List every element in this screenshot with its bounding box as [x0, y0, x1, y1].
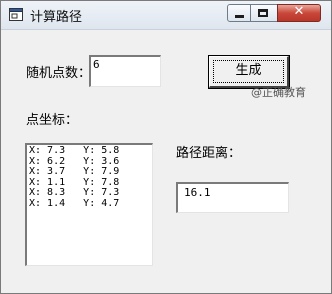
window-app-icon [9, 8, 23, 21]
app-window: 计算路径 ✕ 随机点数： 生成 @正确教育 点坐标： X: 7.3 Y: 5.8… [0, 0, 332, 294]
maximize-icon [258, 9, 268, 17]
coords-list: X: 7.3 Y: 5.8 X: 6.2 Y: 3.6 X: 3.7 Y: 7.9 X… [29, 145, 152, 209]
distance-field[interactable] [176, 182, 289, 213]
watermark-text: @正确教育 [251, 86, 306, 99]
coords-textbox[interactable]: X: 7.3 Y: 5.8 X: 6.2 Y: 3.6 X: 3.7 Y: 7.9 X… [25, 143, 153, 266]
minimize-button[interactable] [227, 4, 251, 22]
distance-input[interactable] [178, 184, 288, 201]
coord-line: X: 1.4 Y: 4.7 [29, 197, 120, 209]
distance-label: 路径距离： [176, 146, 242, 161]
close-button[interactable]: ✕ [277, 4, 321, 22]
title-bar[interactable]: 计算路径 ✕ [1, 1, 331, 30]
generate-focus-rect [213, 60, 284, 83]
close-icon: ✕ [293, 4, 305, 19]
maximize-button[interactable] [251, 4, 277, 22]
point-count-field[interactable] [89, 55, 161, 87]
point-count-input[interactable] [91, 57, 160, 72]
point-count-label: 随机点数： [26, 66, 92, 81]
minimize-icon [235, 15, 244, 18]
coord-line: X: 8.3 Y: 7.3 [29, 187, 120, 198]
coords-label: 点坐标： [26, 113, 79, 128]
coord-line: X: 3.7 Y: 7.9 [29, 166, 120, 177]
coord-line: X: 7.3 Y: 5.8 [29, 145, 120, 156]
window-title: 计算路径 [30, 10, 83, 25]
